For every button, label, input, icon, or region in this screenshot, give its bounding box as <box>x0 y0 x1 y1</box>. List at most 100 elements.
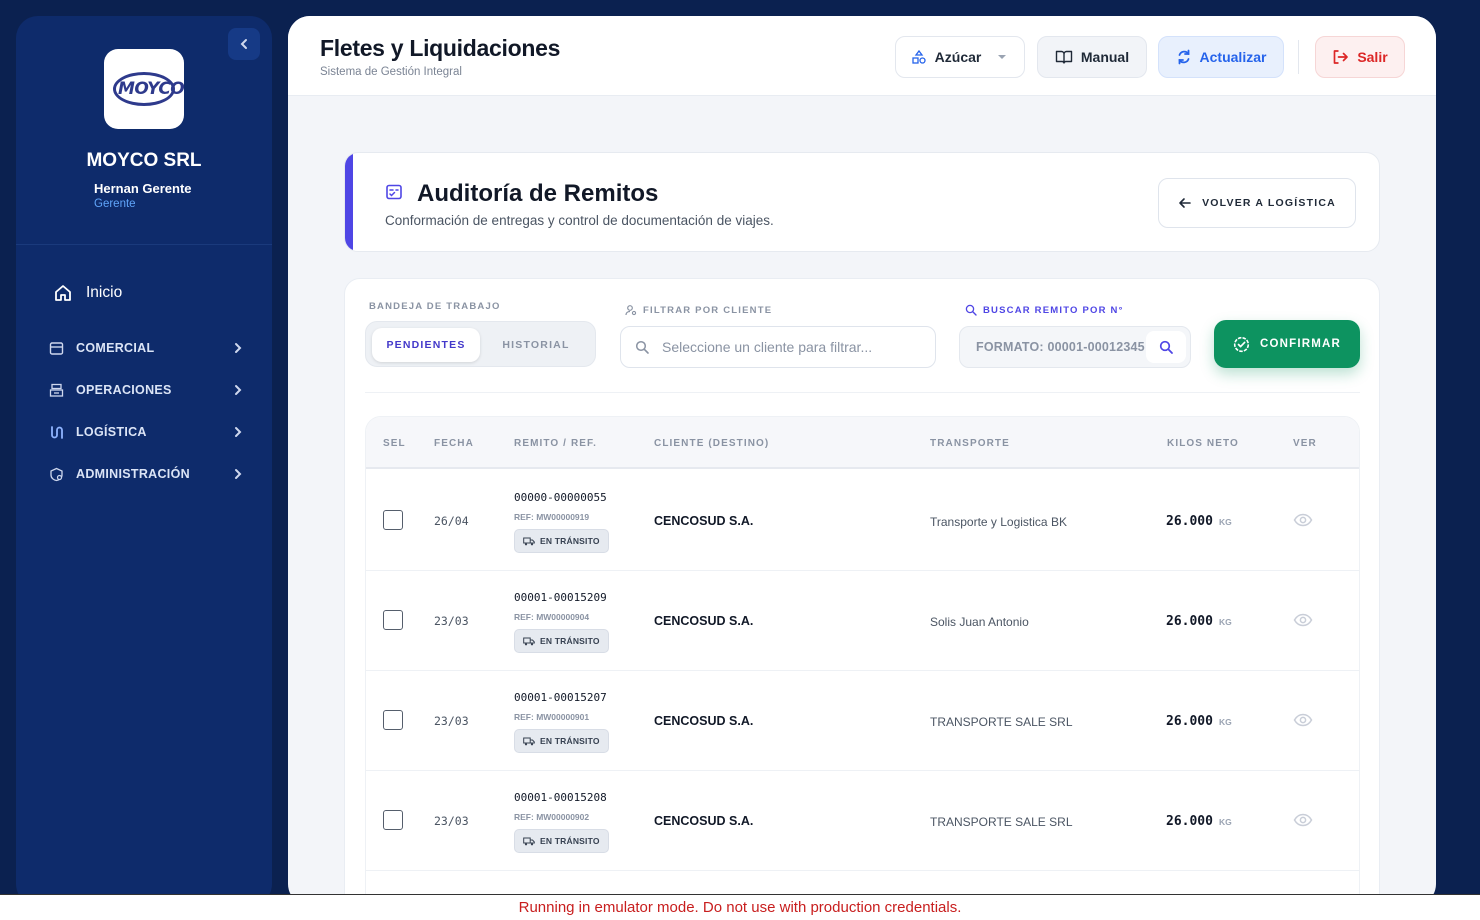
boxes-icon <box>912 49 926 64</box>
status-badge-label: EN TRÁNSITO <box>540 836 600 846</box>
work-card: BANDEJA DE TRABAJO PENDIENTES HISTORIAL … <box>344 278 1380 906</box>
nav-administracion-label: ADMINISTRACIÓN <box>76 467 190 481</box>
col-transporte: TRANSPORTE <box>930 438 1010 449</box>
table-row[interactable]: 26/04 00000-00000055 REF: MW00000919 EN … <box>366 471 1359 571</box>
page-title: Auditoría de Remitos <box>417 180 659 207</box>
row-kilos-unit: KG <box>1218 717 1232 727</box>
nav-comercial[interactable]: COMERCIAL <box>48 333 244 363</box>
row-transporte: Transporte y Logistica BK <box>930 515 1067 529</box>
truck-icon <box>523 837 535 845</box>
status-badge-label: EN TRÁNSITO <box>540 736 600 746</box>
manual-button[interactable]: Manual <box>1037 36 1147 78</box>
row-remito: 00001-00015208 <box>514 791 607 804</box>
remito-search-placeholder: FORMATO: 00001-00012345 <box>976 340 1145 354</box>
business-unit-select[interactable]: Azúcar <box>895 36 1025 78</box>
confirm-button[interactable]: CONFIRMAR <box>1214 320 1360 368</box>
row-cliente: CENCOSUD S.A. <box>654 614 754 628</box>
truck-icon <box>523 737 535 745</box>
logout-button[interactable]: Salir <box>1315 36 1405 78</box>
row-kilos-value: 26.000 <box>1166 514 1213 529</box>
row-ref: REF: MW00000904 <box>514 612 590 622</box>
row-fecha: 26/04 <box>434 514 469 528</box>
arrow-left-icon <box>1179 198 1191 208</box>
row-checkbox[interactable] <box>383 510 403 530</box>
client-filter-placeholder: Seleccione un cliente para filtrar... <box>662 339 873 355</box>
tab-history[interactable]: HISTORIAL <box>482 328 590 362</box>
col-kilos: KILOS NETO <box>1167 438 1239 449</box>
col-ver: VER <box>1293 438 1317 449</box>
remito-search-input[interactable]: FORMATO: 00001-00012345 <box>959 326 1191 368</box>
manual-label: Manual <box>1080 49 1130 65</box>
row-transporte: Solis Juan Antonio <box>930 615 1029 629</box>
remito-search-button[interactable] <box>1146 331 1186 363</box>
eye-icon[interactable] <box>1293 513 1313 527</box>
toolbar-separator <box>1298 40 1299 74</box>
back-to-logistics-button[interactable]: VOLVER A LOGÍSTICA <box>1158 178 1356 228</box>
col-sel: SEL <box>383 438 406 449</box>
admin-icon <box>48 466 64 482</box>
col-cliente: CLIENTE (DESTINO) <box>654 438 770 449</box>
business-unit-value: Azúcar <box>934 49 982 65</box>
row-kilos-value: 26.000 <box>1166 714 1213 729</box>
truck-icon <box>523 637 535 645</box>
row-transporte: TRANSPORTE SALE SRL <box>930 815 1073 829</box>
row-ref: REF: MW00000902 <box>514 812 590 822</box>
company-logo: MOYCO <box>104 49 185 129</box>
col-remito: REMITO / REF. <box>514 438 598 449</box>
nav-home[interactable]: Inicio <box>54 284 122 302</box>
col-fecha: FECHA <box>434 438 474 449</box>
refresh-button[interactable]: Actualizar <box>1158 36 1284 78</box>
nav-logistica[interactable]: LOGÍSTICA <box>48 417 244 447</box>
nav-logistica-label: LOGÍSTICA <box>76 425 147 439</box>
table-row[interactable]: 23/03 00001-00015208 REF: MW00000902 EN … <box>366 771 1359 871</box>
row-cliente: CENCOSUD S.A. <box>654 814 754 828</box>
truck-icon <box>523 537 535 545</box>
page-header-card: Auditoría de Remitos Conformación de ent… <box>344 152 1380 252</box>
eye-icon[interactable] <box>1293 713 1313 727</box>
row-kilos: 26.000 KG <box>1166 514 1232 529</box>
book-icon <box>1055 50 1073 64</box>
table-row[interactable]: 23/03 00001-00015207 REF: MW00000901 EN … <box>366 671 1359 771</box>
status-badge: EN TRÁNSITO <box>514 829 609 853</box>
sidebar: MOYCO MOYCO SRL Hernan Gerente Gerente I… <box>16 16 272 906</box>
row-ref: REF: MW00000901 <box>514 712 590 722</box>
eye-icon[interactable] <box>1293 613 1313 627</box>
sidebar-divider <box>16 244 272 245</box>
row-checkbox[interactable] <box>383 610 403 630</box>
remito-search-label: BUSCAR REMITO POR N° <box>965 304 1124 316</box>
route-icon <box>48 424 64 440</box>
row-checkbox[interactable] <box>383 810 403 830</box>
row-fecha: 23/03 <box>434 814 469 828</box>
nav-administracion[interactable]: ADMINISTRACIÓN <box>48 459 244 489</box>
search-icon <box>635 340 649 354</box>
client-filter-label: FILTRAR POR CLIENTE <box>625 304 772 316</box>
top-bar: Fletes y Liquidaciones Sistema de Gestió… <box>288 16 1436 96</box>
table-row[interactable]: 23/03 00001-00015209 REF: MW00000904 EN … <box>366 571 1359 671</box>
nav-operaciones[interactable]: OPERACIONES <box>48 375 244 405</box>
tray-tabs: PENDIENTES HISTORIAL <box>365 321 596 367</box>
row-remito: 00000-00000055 <box>514 491 607 504</box>
tab-pending[interactable]: PENDIENTES <box>372 328 480 362</box>
tray-label: BANDEJA DE TRABAJO <box>369 301 501 312</box>
company-name: MOYCO SRL <box>86 150 202 171</box>
chevron-right-icon <box>235 427 242 437</box>
logo-text: MOYCO <box>113 72 185 106</box>
warehouse-icon <box>48 382 64 398</box>
eye-icon[interactable] <box>1293 813 1313 827</box>
row-fecha: 23/03 <box>434 714 469 728</box>
row-kilos: 26.000 KG <box>1166 814 1232 829</box>
collapse-sidebar-button[interactable] <box>228 28 260 60</box>
confirm-label: CONFIRMAR <box>1259 338 1342 350</box>
status-badge: EN TRÁNSITO <box>514 629 609 653</box>
search-icon <box>1159 340 1173 354</box>
header-accent-bar <box>345 153 353 251</box>
home-icon <box>55 285 71 301</box>
main-panel: Fletes y Liquidaciones Sistema de Gestió… <box>288 16 1436 906</box>
remitos-table: SEL FECHA REMITO / REF. CLIENTE (DESTINO… <box>365 416 1360 906</box>
user-name: Hernan Gerente <box>94 181 192 196</box>
client-filter-input[interactable]: Seleccione un cliente para filtrar... <box>620 326 936 368</box>
row-kilos-unit: KG <box>1218 617 1232 627</box>
card-divider <box>365 392 1360 393</box>
row-checkbox[interactable] <box>383 710 403 730</box>
tray-label-text: BANDEJA DE TRABAJO <box>369 301 501 312</box>
